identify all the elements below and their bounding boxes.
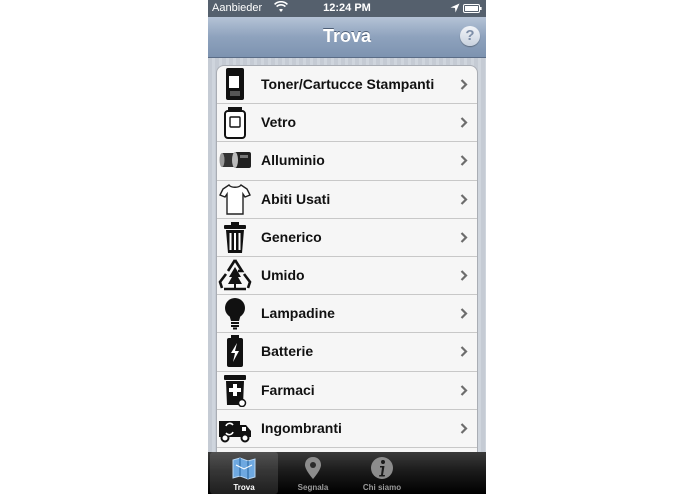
chevron-right-icon	[460, 193, 468, 205]
chevron-right-icon	[460, 422, 468, 434]
tab-segnala[interactable]: Segnala	[279, 452, 347, 494]
list-item-alluminio[interactable]: Alluminio	[217, 142, 477, 181]
tab-chi-siamo[interactable]: Chi siamo	[348, 452, 416, 494]
chevron-right-icon	[460, 117, 468, 128]
list-item-label: Farmaci	[261, 381, 315, 398]
list-item-label: Ingombranti	[261, 419, 342, 436]
list-item-label: Lampadine	[261, 305, 335, 322]
tab-label: Chi siamo	[362, 483, 402, 492]
tab-trova[interactable]: Trova	[210, 452, 278, 494]
glass-jar-icon	[224, 107, 246, 140]
list-item-farmaci[interactable]: Farmaci	[217, 372, 477, 410]
battery-icon	[227, 335, 243, 368]
tshirt-icon	[219, 183, 251, 215]
pharmacy-bin-icon	[224, 374, 247, 407]
question-icon: ?	[465, 27, 475, 44]
list-item-label: Abiti Usati	[261, 190, 331, 207]
tab-label: Trova	[233, 483, 255, 492]
category-list[interactable]: Toner/Cartucce Stampanti Vetro Alluminio…	[216, 65, 478, 461]
navigation-bar: Trova ?	[208, 17, 486, 58]
location-arrow-icon	[450, 3, 460, 13]
truck-icon	[219, 420, 251, 443]
list-item-abiti-usati[interactable]: Abiti Usati	[217, 181, 477, 219]
help-button[interactable]: ?	[460, 26, 480, 46]
page-title: Trova	[322, 26, 372, 46]
list-background: Toner/Cartucce Stampanti Vetro Alluminio…	[208, 58, 486, 461]
battery-status-icon	[463, 4, 482, 13]
chevron-right-icon	[460, 270, 468, 281]
recycle-tree-icon	[218, 259, 252, 291]
list-item-toner[interactable]: Toner/Cartucce Stampanti	[217, 66, 477, 105]
chevron-right-icon	[460, 346, 468, 358]
tab-bar: Trova Segnala Chi siamo	[208, 452, 486, 494]
list-item-lampadine[interactable]: Lampadine	[217, 295, 477, 334]
list-item-vetro[interactable]: Vetro	[217, 104, 477, 143]
list-item-label: Alluminio	[261, 152, 325, 169]
location-pin-icon	[305, 457, 321, 479]
info-icon	[371, 457, 393, 479]
aluminium-cans-icon	[219, 152, 251, 169]
chevron-right-icon	[460, 384, 468, 396]
status-bar: Aanbieder 12:24 PM	[208, 0, 486, 17]
list-item-label: Umido	[261, 266, 305, 283]
chevron-right-icon	[460, 155, 468, 167]
status-time: 12:24 PM	[323, 2, 371, 14]
phone-screen: Aanbieder 12:24 PM Trova ? Toner/Cartucc…	[208, 0, 486, 494]
list-item-label: Generico	[261, 228, 322, 245]
list-item-generico[interactable]: Generico	[217, 219, 477, 257]
tab-label: Segnala	[297, 483, 329, 492]
list-item-label: Vetro	[261, 114, 297, 131]
chevron-right-icon	[460, 79, 468, 90]
map-icon	[232, 457, 256, 480]
list-item-ingombranti[interactable]: Ingombranti	[217, 410, 477, 448]
printer-cartridge-icon	[226, 68, 244, 100]
list-item-batterie[interactable]: Batterie	[217, 333, 477, 372]
chevron-right-icon	[460, 231, 468, 243]
chevron-right-icon	[460, 308, 468, 319]
light-bulb-icon	[225, 298, 245, 330]
list-item-umido[interactable]: Umido	[217, 257, 477, 296]
list-item-label: Batterie	[261, 343, 314, 360]
list-item-label: Toner/Cartucce Stampanti	[261, 76, 435, 92]
trash-bin-icon	[224, 221, 246, 253]
